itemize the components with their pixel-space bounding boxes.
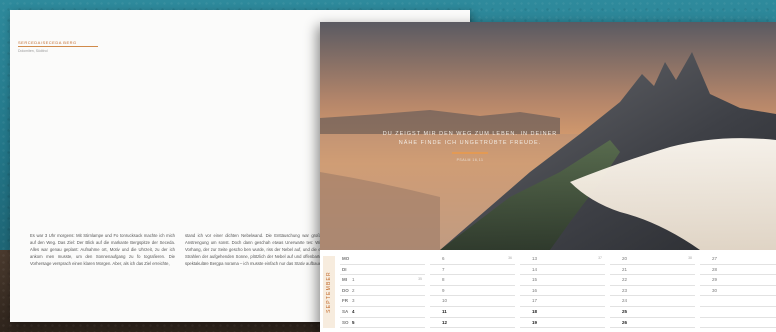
calendar-day-cell: 22 <box>610 275 695 286</box>
day-number: 6 <box>442 256 445 261</box>
calendar-day-cell: 9 <box>430 286 515 297</box>
calendar-quote: DU ZEIGST MIR DEN WEG ZUM LEBEN. IN DEIN… <box>320 130 620 165</box>
day-number: 20 <box>622 256 628 261</box>
calendar-day-cell: DO 2 <box>340 286 425 297</box>
calendar-day-cell: 11 <box>430 307 515 318</box>
calendar-day-cell: 17 <box>520 296 605 307</box>
day-number: 28 <box>712 266 718 272</box>
calendar-day-cell: 16 <box>520 286 605 297</box>
weekday-label: MI <box>342 277 347 283</box>
day-number: 23 <box>622 287 628 293</box>
week-number: 37 <box>598 256 602 260</box>
day-number: 30 <box>712 287 718 293</box>
calendar-week-column: 6 36 7 8 9 10 11 12 <box>430 254 515 329</box>
day-number: 21 <box>622 266 628 272</box>
weekday-label: FR <box>342 298 348 304</box>
day-number: 2 <box>352 287 355 293</box>
calendar-day-cell: FR 3 <box>340 296 425 307</box>
calendar-week-column: 20 38 21 22 23 24 25 26 <box>610 254 695 329</box>
calendar-day-cell: 29 <box>700 275 776 286</box>
day-number: 15 <box>532 277 538 283</box>
calendar-day-cell <box>700 318 776 329</box>
page-kicker: SERCEDA/SECEDA BERG <box>18 40 77 45</box>
calendar-day-cell: DI <box>340 265 425 276</box>
calendar-week-column: MO DI MI 1 35 DO 2 FR 3 SA 4 SO 5 <box>340 254 425 329</box>
calendar-day-cell: MI 1 35 <box>340 275 425 286</box>
day-number: 1 <box>352 277 355 283</box>
day-number: 10 <box>442 298 448 304</box>
quote-line-2: NÄHE FINDE ICH UNGETRÜBTE FREUDE. <box>398 140 542 146</box>
calendar-day-cell: 13 37 <box>520 254 605 265</box>
day-number: 12 <box>442 319 448 325</box>
calendar-day-cell: 28 <box>700 265 776 276</box>
calendar-day-cell: 25 <box>610 307 695 318</box>
calendar-day-cell: SA 4 <box>340 307 425 318</box>
day-number: 5 <box>352 319 355 325</box>
day-number: 22 <box>622 277 628 283</box>
day-number: 9 <box>442 287 445 293</box>
day-number: 27 <box>712 256 718 261</box>
quote-author: PSALM 16,11 <box>456 158 484 162</box>
month-label: SEPTEMBER <box>323 256 335 328</box>
day-number: 19 <box>532 319 538 325</box>
calendar-week-column: 13 37 14 15 16 17 18 19 <box>520 254 605 329</box>
day-number: 18 <box>532 308 538 314</box>
calendar-day-cell: MO <box>340 254 425 265</box>
day-number: 26 <box>622 319 628 325</box>
weekday-label: MO <box>342 256 350 261</box>
calendar-day-cell: 20 38 <box>610 254 695 265</box>
calendar-day-cell: 10 <box>430 296 515 307</box>
quote-line-1: DU ZEIGST MIR DEN WEG ZUM LEBEN. IN DEIN… <box>382 131 558 137</box>
week-number: 38 <box>688 256 692 260</box>
day-number: 3 <box>352 298 355 304</box>
day-number: 17 <box>532 298 538 304</box>
calendar-day-cell: 30 <box>700 286 776 297</box>
calendar-day-cell: 7 <box>430 265 515 276</box>
calendar-day-cell: 24 <box>610 296 695 307</box>
day-number: 11 <box>442 308 447 314</box>
day-number: 13 <box>532 256 538 261</box>
calendar-day-cell: 26 <box>610 318 695 329</box>
calendar-day-cell: 12 <box>430 318 515 329</box>
calendar-day-cell: 21 <box>610 265 695 276</box>
calendar-day-cell: 6 36 <box>430 254 515 265</box>
kicker-rule <box>18 46 98 47</box>
month-name: SEPTEMBER <box>326 271 333 313</box>
page-kicker-subtitle: Dolomiten, Südtirol <box>18 49 48 53</box>
calendar-day-cell: 8 <box>430 275 515 286</box>
day-number: 14 <box>532 266 538 272</box>
day-number: 7 <box>442 266 445 272</box>
body-text-column-2: stand ich vor einer dichten Nebelwand. D… <box>185 233 330 266</box>
calendar-day-cell: 23 <box>610 286 695 297</box>
week-number: 35 <box>418 277 422 282</box>
day-number: 25 <box>622 308 628 314</box>
calendar-day-cell <box>700 296 776 307</box>
day-number: 24 <box>622 298 628 304</box>
quote-rule <box>452 152 488 154</box>
weekday-label: DO <box>342 287 349 293</box>
calendar-day-cell: 14 <box>520 265 605 276</box>
day-number: 4 <box>352 308 355 314</box>
weekday-label: DI <box>342 266 347 272</box>
day-number: 8 <box>442 277 445 283</box>
calendar-day-cell: 15 <box>520 275 605 286</box>
body-text-column-1: Es war 3 Uhr morgens: Mit Stirnlampe und… <box>30 233 175 266</box>
calendar-day-cell: SO 5 <box>340 318 425 329</box>
weekday-label: SO <box>342 319 349 325</box>
week-number: 36 <box>508 256 512 260</box>
day-number: 16 <box>532 287 538 293</box>
weekday-label: SA <box>342 308 349 314</box>
wall-calendar-page: DU ZEIGST MIR DEN WEG ZUM LEBEN. IN DEIN… <box>320 22 776 332</box>
day-number: 29 <box>712 277 718 283</box>
calendar-day-cell: 2739 <box>700 254 776 265</box>
calendar-week-column: 273928 29 30 <box>700 254 776 329</box>
calendar-day-cell: 18 <box>520 307 605 318</box>
calendar-day-cell <box>700 307 776 318</box>
calendar-day-cell: 19 <box>520 318 605 329</box>
